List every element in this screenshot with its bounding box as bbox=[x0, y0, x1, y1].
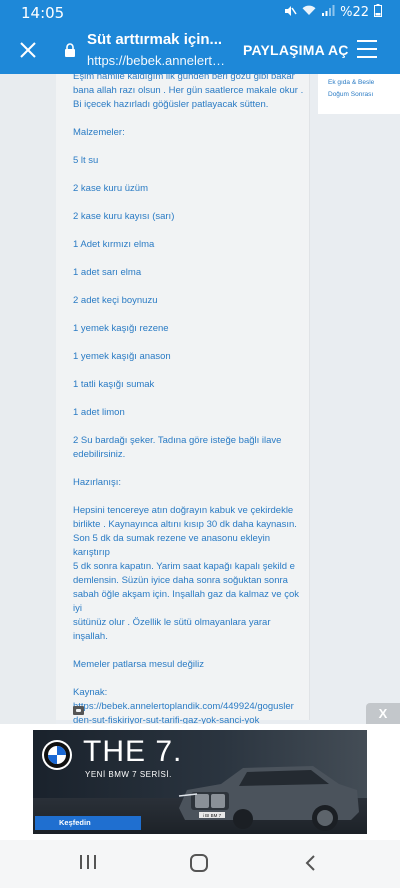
ad-bar: THE 7. YENİ BMW 7 SERİSİ. i BI BM 7 Keşf… bbox=[0, 724, 400, 840]
battery-text: %22 bbox=[340, 5, 369, 20]
sugar-line: 2 Su bardağı şeker. Tadına göre isteğe b… bbox=[73, 435, 282, 446]
ingredient-item: 2 kase kuru üzüm bbox=[73, 183, 148, 194]
intro-line: bana allah razı olsun . Her gün saatlerc… bbox=[73, 85, 304, 96]
left-gutter bbox=[0, 74, 56, 724]
ingredient-item: 5 lt su bbox=[73, 155, 99, 166]
preparation-line: Hepsini tencereye atın doğrayın kabuk ve… bbox=[73, 505, 294, 516]
article-text: Eşim hamile kaldığım ilk günden beri göz… bbox=[73, 74, 305, 724]
preparation-line: sütünüz olur . Özellik le sütü olmayanla… bbox=[73, 617, 271, 628]
sidebar-link-ek-gida[interactable]: Ek gıda & Besle bbox=[328, 79, 374, 86]
page-title: Süt arttırmak için... bbox=[87, 31, 223, 48]
sidebar-link-dogum-sonrasi[interactable]: Doğum Sonrası bbox=[328, 91, 373, 98]
ingredient-item: 1 yemek kaşığı rezene bbox=[73, 323, 169, 334]
ingredient-item: 1 tatli kaşığı sumak bbox=[73, 379, 155, 390]
ingredients-heading: Malzemeler: bbox=[73, 127, 125, 138]
car-image: i BI BM 7 bbox=[173, 756, 363, 834]
sidebar: Ek gıda & Besle Doğum Sonrası bbox=[318, 74, 400, 724]
discover-button[interactable]: Keşfedin bbox=[35, 816, 141, 830]
mute-icon bbox=[283, 5, 297, 21]
preparation-line: birlikte . Kaynayınca altını kısıp 30 dk… bbox=[73, 519, 297, 530]
disclaimer: Memeler patlarsa mesul değiliz bbox=[73, 659, 204, 670]
lock-icon bbox=[64, 43, 76, 57]
ingredient-item: 2 adet keçi boynuzu bbox=[73, 295, 158, 306]
preparation-heading: Hazırlanışı: bbox=[73, 477, 122, 488]
share-button[interactable]: PAYLAŞIMA AÇ bbox=[243, 42, 349, 58]
home-icon[interactable] bbox=[190, 854, 208, 872]
recent-apps-icon[interactable] bbox=[80, 855, 96, 871]
ingredient-item: 1 adet limon bbox=[73, 407, 125, 418]
sidebar-card: Ek gıda & Besle Doğum Sonrası bbox=[318, 74, 400, 114]
wifi-icon bbox=[302, 5, 316, 20]
page-url[interactable]: https://bebek.annelertop... bbox=[87, 53, 232, 68]
article-body: Eşim hamile kaldığım ilk günden beri göz… bbox=[56, 74, 310, 724]
ingredient-item: 1 yemek kaşığı anason bbox=[73, 351, 171, 362]
ad-close-button[interactable]: X bbox=[366, 703, 400, 724]
back-icon[interactable] bbox=[302, 854, 320, 872]
preparation-line: inşallah. bbox=[73, 631, 108, 642]
source-link[interactable]: https://bebek.annelertoplandik.com/44992… bbox=[73, 700, 305, 714]
source-heading: Kaynak: bbox=[73, 687, 108, 698]
battery-icon bbox=[374, 4, 382, 21]
preparation-line: 5 dk sonra kapatın. Yarim saat kapağı ka… bbox=[73, 561, 295, 572]
intro-line: Bi içecek hazırladı göğüsler patlayacak … bbox=[73, 99, 269, 110]
ingredient-item: 2 kase kuru kayısı (sarı) bbox=[73, 211, 175, 222]
status-icons: %22 bbox=[283, 4, 382, 21]
system-nav-bar bbox=[0, 840, 400, 888]
ad-subline: YENİ BMW 7 SERİSİ. bbox=[85, 770, 172, 779]
comment-icon[interactable] bbox=[73, 706, 84, 715]
web-content[interactable]: Eşim hamile kaldığım ilk günden beri göz… bbox=[0, 74, 400, 724]
custom-tab-toolbar: Süt arttırmak için... https://bebek.anne… bbox=[0, 26, 400, 74]
menu-icon[interactable] bbox=[357, 40, 377, 58]
ingredient-item: 1 adet sarı elma bbox=[73, 267, 142, 278]
status-time: 14:05 bbox=[21, 4, 65, 22]
ingredient-item: 1 Adet kırmızı elma bbox=[73, 239, 155, 250]
status-bar: 14:05 %22 bbox=[0, 0, 400, 26]
sugar-line: edebilirsiniz. bbox=[73, 449, 126, 460]
bmw-logo-icon bbox=[41, 739, 73, 771]
preparation-line: Son 5 dk da sumak rezene ve anasonu ekle… bbox=[73, 533, 270, 558]
license-plate: i BI BM 7 bbox=[203, 813, 222, 818]
ad-banner[interactable]: THE 7. YENİ BMW 7 SERİSİ. i BI BM 7 Keşf… bbox=[33, 730, 367, 834]
preparation-line: sabah öğle akşam için. Inşallah gaz da k… bbox=[73, 589, 300, 614]
intro-line: Eşim hamile kaldığım ilk günden beri göz… bbox=[73, 74, 295, 82]
preparation-line: demlensin. Süzün iyice daha sonra soğukt… bbox=[73, 575, 288, 586]
source-link[interactable]: den-sut-fiskiriyor-sut-tarifi-gaz-yok-sa… bbox=[73, 714, 305, 724]
signal-icon bbox=[321, 5, 335, 20]
ad-headline: THE 7. bbox=[83, 735, 183, 768]
close-icon[interactable] bbox=[14, 36, 42, 64]
